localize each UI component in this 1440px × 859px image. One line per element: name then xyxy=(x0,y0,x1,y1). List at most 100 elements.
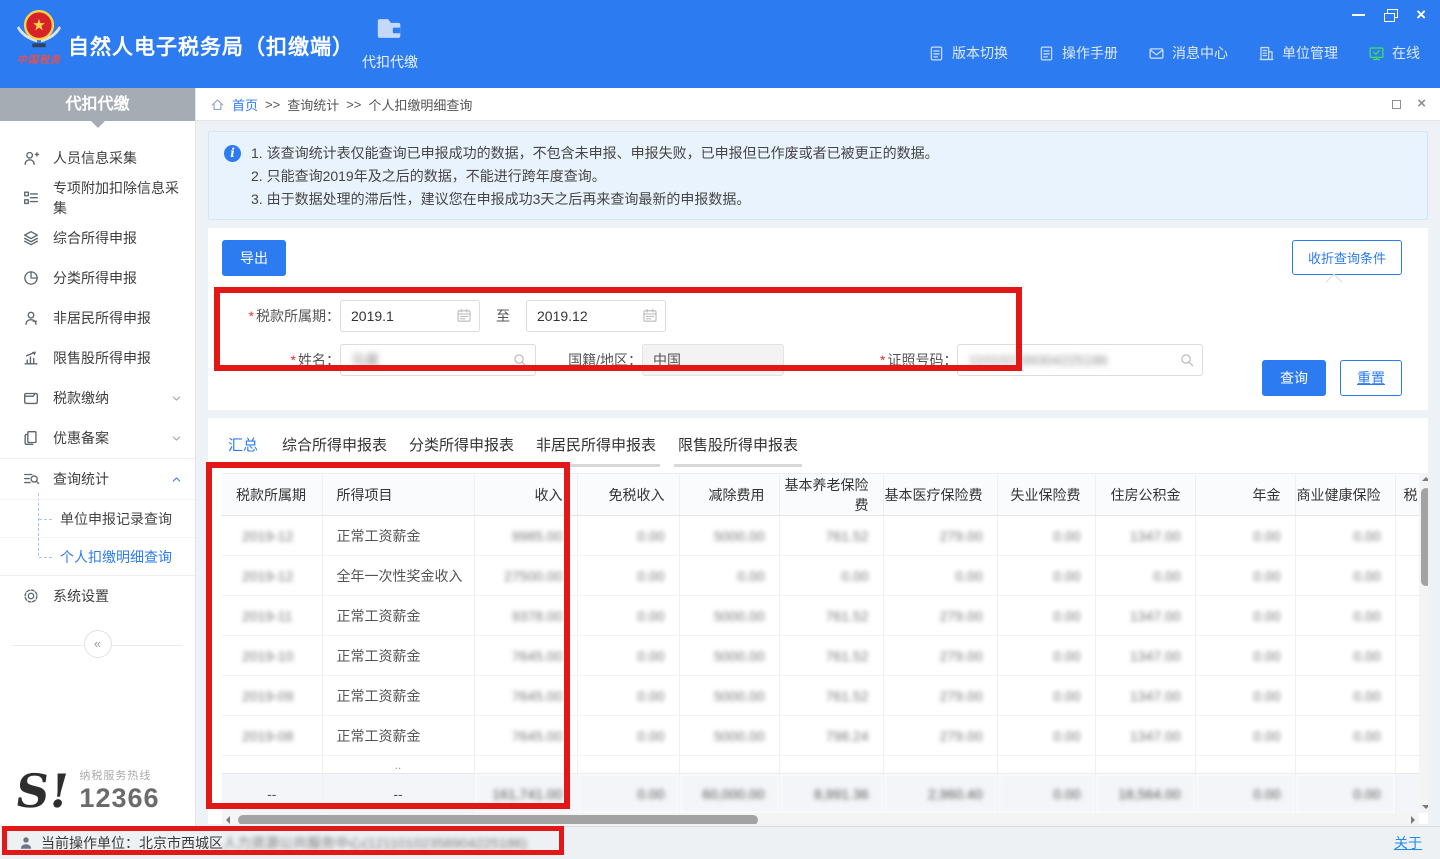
panel-maximize-icon[interactable] xyxy=(1392,100,1401,109)
result-tab[interactable]: 非居民所得申报表 xyxy=(532,426,660,467)
cell-ellipsis xyxy=(577,756,679,774)
cert-input[interactable] xyxy=(958,345,1202,375)
chart-icon xyxy=(22,349,40,367)
cell-income-item: 全年一次性奖金收入 xyxy=(322,556,474,596)
cell-income-item: 正常工资薪金 xyxy=(322,516,474,556)
result-tab[interactable]: 综合所得申报表 xyxy=(278,426,391,467)
cell-amount: 279.00 xyxy=(883,636,997,676)
query-button[interactable]: 查询 xyxy=(1262,360,1326,396)
module-tab-withholding[interactable]: 代扣代缴 xyxy=(352,15,428,72)
cell-ellipsis xyxy=(1295,756,1395,774)
cell-amount: 0.00 xyxy=(1295,516,1395,556)
sidebar-item[interactable]: 系统设置 xyxy=(0,576,195,616)
breadcrumb-section: 查询统计 xyxy=(287,95,339,114)
sidebar-header: 代扣代缴 xyxy=(0,88,195,121)
table-row[interactable]: 2019-12全年一次性奖金收入27500.000.000.000.000.00… xyxy=(222,556,1419,596)
cell-amount: 279.00 xyxy=(883,676,997,716)
table-row[interactable]: 2019-11正常工资薪金9378.000.005000.00761.52279… xyxy=(222,596,1419,636)
cell-amount: 0.00 xyxy=(997,716,1095,756)
search-icon[interactable] xyxy=(1179,352,1195,368)
results-table-zone: 税款所属期所得项目收入免税收入减除费用基本养老保险费基本医疗保险费失业保险费住房… xyxy=(222,473,1428,824)
sidebar-item[interactable]: 专项附加扣除信息采集 xyxy=(0,178,195,218)
cert-label: 证照号码： xyxy=(887,352,957,368)
scroll-up-icon[interactable] xyxy=(1422,477,1428,481)
about-link[interactable]: 关于 xyxy=(1394,833,1422,853)
reset-button[interactable]: 重置 xyxy=(1340,360,1402,396)
header-menu-item[interactable]: 版本切换 xyxy=(928,43,1008,63)
sidebar-item[interactable]: 限售股所得申报 xyxy=(0,338,195,378)
result-tab[interactable]: 分类所得申报表 xyxy=(405,426,518,467)
cell-amount: 0.00 xyxy=(1195,596,1295,636)
header-menu-item[interactable]: 操作手册 xyxy=(1038,43,1118,63)
sidebar-subitem[interactable]: 单位申报记录查询 xyxy=(0,499,195,537)
table-row[interactable]: 2019-10正常工资薪金7645.000.005000.00761.52279… xyxy=(222,636,1419,676)
cell-summary-amount: 8,991.36 xyxy=(779,774,883,814)
cell-amount: 0.00 xyxy=(679,556,779,596)
cell-ellipsis xyxy=(679,756,779,774)
calendar-icon[interactable] xyxy=(456,308,472,324)
header-menu-item[interactable]: 在线 xyxy=(1368,43,1420,63)
sidebar-item[interactable]: 综合所得申报 xyxy=(0,218,195,258)
status-bar: 当前操作单位：北京市西城区人力资源公共服务中心(1211010235890422… xyxy=(0,826,1440,859)
restore-icon[interactable] xyxy=(1384,9,1398,21)
cell-amount: 5000.00 xyxy=(679,636,779,676)
sidebar-item[interactable]: 人员信息采集 xyxy=(0,138,195,178)
hotline-label: 纳税服务热线 xyxy=(79,767,159,783)
minimize-icon[interactable] xyxy=(1352,9,1366,21)
current-unit-public: 北京市西城区 xyxy=(139,833,223,853)
scroll-left-icon[interactable] xyxy=(226,816,230,824)
cell-ellipsis xyxy=(883,756,997,774)
scroll-right-icon[interactable] xyxy=(1411,816,1415,824)
cell-ellipsis xyxy=(474,756,577,774)
cell-clipped xyxy=(1395,774,1419,814)
search-icon[interactable] xyxy=(512,352,528,368)
horizontal-scrollbar[interactable] xyxy=(222,813,1419,824)
header-menu-item[interactable]: 单位管理 xyxy=(1258,43,1338,63)
period-label: 税款所属期： xyxy=(256,308,340,324)
cell-ellipsis xyxy=(1395,756,1419,774)
vertical-scrollbar[interactable] xyxy=(1419,473,1428,813)
result-tab[interactable]: 限售股所得申报表 xyxy=(674,426,802,467)
result-tab[interactable]: 汇总 xyxy=(222,426,264,467)
cell-amount: 0.00 xyxy=(1295,716,1395,756)
panel-close-icon[interactable]: × xyxy=(1417,99,1426,109)
sidebar-subitem[interactable]: 个人扣缴明细查询 xyxy=(0,537,195,575)
header-menu-item[interactable]: 消息中心 xyxy=(1148,43,1228,63)
vertical-scroll-thumb[interactable] xyxy=(1421,488,1428,586)
calendar-icon[interactable] xyxy=(642,308,658,324)
cell-amount: 0.00 xyxy=(1295,556,1395,596)
cell-income-item: 正常工资薪金 xyxy=(322,636,474,676)
horizontal-scroll-thumb[interactable] xyxy=(238,815,758,824)
nationality-field xyxy=(642,344,784,376)
sidebar-item[interactable]: 非居民所得申报 xyxy=(0,298,195,338)
cell-clipped xyxy=(1395,636,1419,676)
sidebar-collapse-button[interactable]: « xyxy=(84,630,112,658)
gear-icon xyxy=(22,587,40,605)
collapse-query-button[interactable]: 收折查询条件 xyxy=(1292,240,1402,275)
table-row[interactable]: 2019-08正常工资薪金7645.000.005000.00798.24279… xyxy=(222,716,1419,756)
cell-amount: 0.00 xyxy=(1295,676,1395,716)
cell-amount: 27500.00 xyxy=(474,556,577,596)
cell-amount: 0.00 xyxy=(997,516,1095,556)
breadcrumb-home[interactable]: 首页 xyxy=(232,95,258,114)
cell-ellipsis xyxy=(997,756,1095,774)
table-header-cell: 税 xyxy=(1395,474,1419,516)
sidebar-item[interactable]: 税款缴纳 xyxy=(0,378,195,418)
scroll-down-icon[interactable] xyxy=(1422,805,1428,809)
table-row[interactable]: 2019-09正常工资薪金7645.000.005000.00761.52279… xyxy=(222,676,1419,716)
sidebar-item[interactable]: 优惠备案 xyxy=(0,418,195,458)
sidebar-item[interactable]: 分类所得申报 xyxy=(0,258,195,298)
nationality-input xyxy=(643,345,783,375)
cell-amount: 0.00 xyxy=(1295,636,1395,676)
table-row[interactable]: 2019-12正常工资薪金9985.000.005000.00761.52279… xyxy=(222,516,1419,556)
table-header-cell: 基本医疗保险费 xyxy=(883,474,997,516)
sidebar-item[interactable]: 查询统计 xyxy=(0,459,195,499)
copy-icon xyxy=(22,429,40,447)
close-icon[interactable]: × xyxy=(1416,9,1426,21)
pie-icon xyxy=(22,269,40,287)
module-tab-label: 代扣代缴 xyxy=(352,52,428,72)
table-ellipsis-row: .. xyxy=(222,756,1419,774)
name-input[interactable] xyxy=(341,345,535,375)
sidebar-item-label: 系统设置 xyxy=(53,586,109,606)
export-button[interactable]: 导出 xyxy=(222,240,286,276)
